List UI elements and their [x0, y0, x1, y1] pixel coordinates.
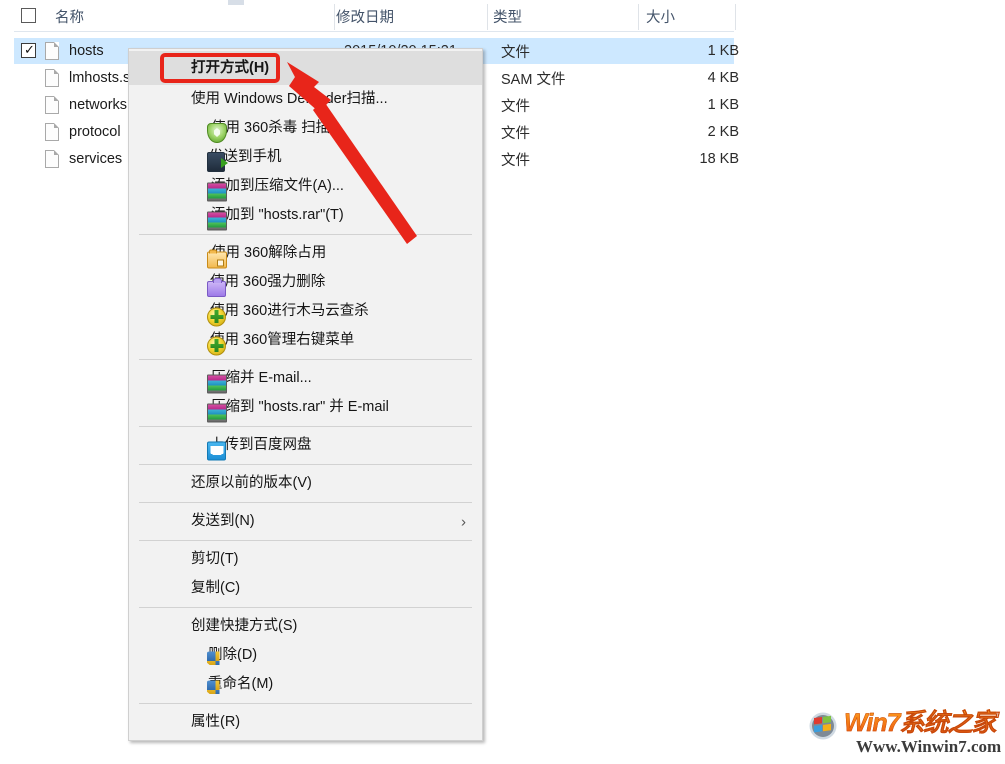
menu-item-label: 属性(R)	[191, 715, 240, 730]
menu-item-rename[interactable]: 重命名(M)	[129, 670, 482, 699]
menu-item-cut[interactable]: 剪切(T)	[129, 545, 482, 574]
menu-item-upload-to-baidu-netdisk[interactable]: 上传到百度网盘	[129, 431, 482, 460]
file-icon	[45, 96, 59, 114]
menu-item-360-force-delete[interactable]: 使用 360强力删除	[129, 268, 482, 297]
menu-item-create-shortcut[interactable]: 创建快捷方式(S)	[129, 612, 482, 641]
cell-type: 文件	[501, 95, 530, 116]
360-icon	[207, 307, 226, 326]
menu-item-properties[interactable]: 属性(R)	[129, 708, 482, 737]
cell-type: 文件	[501, 41, 530, 62]
shield-green-icon	[207, 123, 227, 143]
menu-separator	[139, 464, 472, 465]
menu-separator	[139, 426, 472, 427]
menu-separator	[139, 502, 472, 503]
winrar-icon	[207, 403, 227, 422]
chevron-right-icon: ›	[461, 513, 466, 530]
cell-name: hosts	[69, 43, 104, 59]
menu-item-send-to[interactable]: 发送到(N) ›	[129, 507, 482, 536]
watermark-url: Www.Winwin7.com	[856, 737, 1001, 757]
cell-size: 18 KB	[574, 151, 739, 167]
column-header-label: 修改日期	[336, 6, 394, 27]
menu-separator	[139, 607, 472, 608]
360-icon	[207, 336, 226, 355]
menu-item-copy[interactable]: 复制(C)	[129, 574, 482, 603]
windows-logo-icon	[806, 712, 840, 740]
column-divider[interactable]	[638, 4, 639, 30]
column-header-label: 大小	[646, 6, 675, 27]
menu-item-360-release-lock[interactable]: 使用 360解除占用	[129, 239, 482, 268]
menu-separator	[139, 359, 472, 360]
phone-icon	[207, 152, 225, 172]
menu-item-windows-defender-scan[interactable]: 使用 Windows Defender扫描...	[129, 85, 482, 114]
menu-separator	[139, 540, 472, 541]
menu-item-delete[interactable]: 删除(D)	[129, 641, 482, 670]
menu-item-label: 使用 360管理右键菜单	[210, 333, 354, 348]
toolbox-icon	[207, 281, 226, 297]
select-all-checkbox[interactable]	[21, 8, 36, 23]
column-divider[interactable]	[735, 4, 736, 30]
watermark: Win7系统之家 Www.Winwin7.com	[806, 708, 998, 758]
file-icon	[45, 123, 59, 141]
column-header-date[interactable]: 修改日期	[336, 0, 394, 32]
file-icon	[45, 42, 59, 60]
cell-name: services	[69, 151, 122, 167]
menu-item-label: 添加到压缩文件(A)...	[211, 179, 344, 194]
row-checkbox[interactable]: ✓	[21, 43, 36, 58]
column-header-label: 名称	[55, 6, 84, 27]
sort-indicator-icon	[228, 0, 244, 5]
menu-item-add-to-archive[interactable]: 添加到压缩文件(A)...	[129, 172, 482, 201]
menu-separator	[139, 703, 472, 704]
menu-item-open-with[interactable]: 打开方式(H)	[129, 51, 482, 85]
menu-item-360-antivirus-scan[interactable]: 使用 360杀毒 扫描	[129, 114, 482, 143]
folder-lock-icon	[207, 251, 227, 268]
menu-item-360-manage-context-menu[interactable]: 使用 360管理右键菜单	[129, 326, 482, 355]
column-header-size[interactable]: 大小	[646, 0, 675, 32]
menu-separator	[139, 234, 472, 235]
baidu-netdisk-icon	[207, 441, 226, 460]
cell-name: networks	[69, 97, 127, 113]
cell-size: 2 KB	[574, 124, 739, 140]
menu-item-label: 发送到(N)	[191, 514, 255, 529]
file-icon	[45, 150, 59, 168]
menu-item-label: 压缩到 "hosts.rar" 并 E-mail	[211, 400, 389, 415]
menu-item-label: 使用 Windows Defender扫描...	[191, 92, 388, 107]
menu-item-label: 创建快捷方式(S)	[191, 619, 297, 634]
cell-size: 1 KB	[574, 43, 739, 59]
file-icon	[45, 69, 59, 87]
column-header-name[interactable]: 名称	[55, 0, 84, 32]
menu-item-restore-previous-versions[interactable]: 还原以前的版本(V)	[129, 469, 482, 498]
context-menu: 打开方式(H) 使用 Windows Defender扫描... 使用 360杀…	[128, 48, 483, 741]
menu-item-label: 添加到 "hosts.rar"(T)	[211, 208, 344, 223]
menu-item-label: 使用 360解除占用	[211, 246, 326, 261]
cell-size: 4 KB	[574, 70, 739, 86]
cell-type: 文件	[501, 122, 530, 143]
column-header-label: 类型	[493, 6, 522, 27]
cell-type: SAM 文件	[501, 68, 565, 89]
menu-item-label: 还原以前的版本(V)	[191, 476, 312, 491]
menu-item-compress-and-email[interactable]: 压缩并 E-mail...	[129, 364, 482, 393]
menu-item-label: 使用 360强力删除	[210, 275, 325, 290]
cell-type: 文件	[501, 149, 530, 170]
cell-size: 1 KB	[574, 97, 739, 113]
menu-item-send-to-phone[interactable]: 发送到手机	[129, 143, 482, 172]
column-divider[interactable]	[487, 4, 488, 30]
menu-item-label: 使用 360杀毒 扫描	[211, 121, 330, 136]
menu-item-360-trojan-cloud-scan[interactable]: 使用 360进行木马云查杀	[129, 297, 482, 326]
menu-item-add-to-hosts-rar[interactable]: 添加到 "hosts.rar"(T)	[129, 201, 482, 230]
uac-shield-icon	[207, 680, 224, 699]
menu-item-label: 剪切(T)	[191, 552, 239, 567]
menu-item-label: 打开方式(H)	[191, 61, 269, 76]
menu-item-label: 复制(C)	[191, 581, 240, 596]
winrar-icon	[207, 211, 227, 230]
column-header-type[interactable]: 类型	[493, 0, 522, 32]
menu-item-label: 使用 360进行木马云查杀	[210, 304, 369, 319]
column-divider[interactable]	[334, 4, 335, 30]
menu-item-compress-to-hosts-rar-and-email[interactable]: 压缩到 "hosts.rar" 并 E-mail	[129, 393, 482, 422]
winrar-icon	[207, 374, 227, 393]
cell-name: protocol	[69, 124, 121, 140]
winrar-icon	[207, 182, 227, 201]
checkmark-icon: ✓	[24, 42, 35, 57]
watermark-title: Win7系统之家	[844, 708, 996, 738]
uac-shield-icon	[207, 651, 224, 670]
